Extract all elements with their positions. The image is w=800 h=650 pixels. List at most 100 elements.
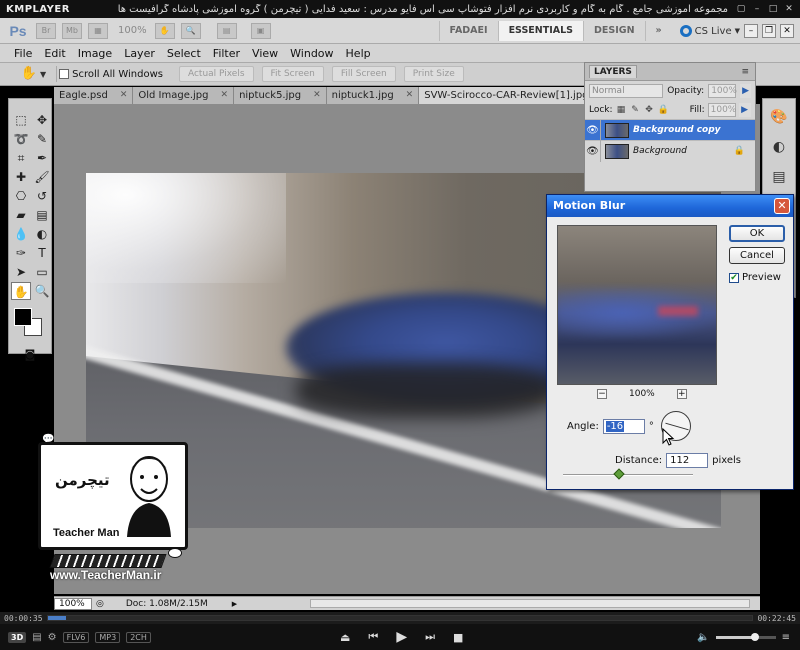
zoom-out-button[interactable]: −	[597, 389, 607, 399]
checkmark-icon[interactable]: ✔	[729, 272, 739, 283]
workspace-fadaei[interactable]: FADAEI	[438, 21, 498, 41]
3d-toggle-button[interactable]: 3D	[8, 631, 27, 643]
ps-minimize-button[interactable]: –	[744, 24, 758, 38]
seek-track[interactable]	[46, 615, 754, 621]
hand-tool-preset-icon[interactable]: ✋	[18, 65, 40, 83]
player-logo[interactable]: KMPLAYER	[0, 4, 70, 15]
screen-mode-icon[interactable]: ▣	[250, 22, 271, 39]
fill-field[interactable]: 100%	[707, 103, 736, 117]
crop-tool-icon[interactable]: ⌗	[11, 149, 31, 167]
color-panel-icon[interactable]: 🎨	[767, 105, 791, 129]
quick-mask-icon[interactable]: ◙	[9, 348, 51, 361]
previous-icon[interactable]: ⏮	[368, 630, 378, 644]
layers-panel-icon[interactable]: ▤	[767, 165, 791, 189]
hand-rotate-icon[interactable]: ✋	[154, 22, 175, 39]
move-tool-icon[interactable]: ✥	[32, 111, 52, 129]
status-menu-arrow-icon[interactable]: ▶	[232, 600, 237, 608]
workspace-overflow-icon[interactable]: »	[644, 21, 672, 41]
status-info-icon[interactable]: ◎	[96, 599, 104, 609]
opacity-field[interactable]: 100%	[708, 84, 737, 98]
menu-layer[interactable]: Layer	[118, 47, 161, 60]
eye-icon[interactable]: 👁	[585, 119, 601, 141]
shape-tool-icon[interactable]: ▭	[32, 263, 52, 281]
arrange-documents-icon[interactable]: ▤	[216, 22, 237, 39]
clone-stamp-icon[interactable]: ⎔	[11, 187, 31, 205]
layer-background[interactable]: 👁 Background 🔒	[585, 140, 755, 162]
workspace-essentials[interactable]: ESSENTIALS	[497, 21, 584, 41]
volume-knob[interactable]	[750, 632, 759, 641]
menu-edit[interactable]: Edit	[38, 47, 71, 60]
player-pin-icon[interactable]: ▢	[734, 3, 748, 15]
ps-close-button[interactable]: ✕	[780, 24, 794, 38]
distance-input[interactable]: 112	[666, 453, 709, 468]
blur-tool-icon[interactable]: 💧	[11, 225, 31, 243]
player-maximize-icon[interactable]: □	[766, 3, 780, 15]
chevron-down-icon[interactable]: ▼	[40, 70, 46, 79]
close-icon[interactable]: ✕	[406, 87, 414, 104]
eraser-tool-icon[interactable]: ▰	[11, 206, 31, 224]
fill-screen-button[interactable]: Fill Screen	[331, 66, 396, 82]
lock-pixels-icon[interactable]: ✎	[630, 105, 641, 116]
scroll-all-windows-checkbox[interactable]: Scroll All Windows	[59, 69, 163, 80]
menu-select[interactable]: Select	[161, 47, 207, 60]
horizontal-scrollbar[interactable]	[310, 599, 750, 608]
menu-image[interactable]: Image	[72, 47, 118, 60]
eject-icon[interactable]: ⏏	[340, 631, 350, 644]
extras-grid-icon[interactable]: ▦	[88, 22, 108, 39]
menu-window[interactable]: Window	[284, 47, 339, 60]
cancel-button[interactable]: Cancel	[729, 247, 785, 264]
menu-help[interactable]: Help	[340, 47, 377, 60]
brush-tool-icon[interactable]: 🖌	[32, 168, 52, 186]
menu-view[interactable]: View	[246, 47, 284, 60]
zoom-level-select[interactable]: 100%	[118, 25, 147, 36]
opacity-arrow-icon[interactable]: ▶	[740, 84, 751, 98]
close-icon[interactable]: ✕	[120, 87, 128, 104]
type-tool-icon[interactable]: T	[32, 244, 52, 262]
lock-all-icon[interactable]: 🔒	[658, 105, 669, 116]
dialog-title-bar[interactable]: Motion Blur ✕	[547, 195, 793, 217]
speaker-icon[interactable]: 🔈	[697, 632, 709, 643]
preview-checkbox[interactable]: ✔ Preview	[729, 272, 781, 283]
foreground-color-swatch[interactable]	[14, 308, 32, 326]
actual-pixels-button[interactable]: Actual Pixels	[178, 66, 254, 82]
next-icon[interactable]: ⏭	[425, 630, 435, 644]
tab-niptuck1[interactable]: niptuck1.jpg ✕	[326, 87, 420, 104]
zoom-tool-icon[interactable]: 🔍	[180, 22, 201, 39]
menu-filter[interactable]: Filter	[207, 47, 246, 60]
quick-select-tool-icon[interactable]: ✎	[32, 130, 52, 148]
gradient-tool-icon[interactable]: ▤	[32, 206, 52, 224]
panel-menu-icon[interactable]: ≡	[741, 67, 755, 77]
slider-knob[interactable]	[613, 468, 625, 480]
zoom-tool-icon[interactable]: 🔍	[32, 282, 52, 300]
hand-tool-icon[interactable]: ✋	[11, 282, 31, 300]
stop-icon[interactable]: ■	[453, 631, 463, 644]
adjustments-panel-icon[interactable]: ◐	[767, 135, 791, 159]
zoom-in-button[interactable]: +	[676, 389, 687, 399]
fit-screen-button[interactable]: Fit Screen	[261, 66, 324, 82]
lock-transparency-icon[interactable]: ▦	[616, 105, 627, 116]
lasso-tool-icon[interactable]: ➰	[11, 130, 31, 148]
fill-arrow-icon[interactable]: ▶	[738, 103, 751, 117]
settings-icon[interactable]: ⚙	[48, 632, 57, 643]
ok-button[interactable]: OK	[729, 225, 785, 242]
distance-slider[interactable]	[563, 468, 693, 480]
dodge-tool-icon[interactable]: ◐	[32, 225, 52, 243]
filter-preview[interactable]	[557, 225, 717, 385]
lock-position-icon[interactable]: ✥	[644, 105, 655, 116]
menu-file[interactable]: File	[8, 47, 38, 60]
playlist-icon[interactable]: ▤	[32, 632, 41, 643]
layers-tab[interactable]: LAYERS	[589, 65, 637, 78]
layer-background-copy[interactable]: 👁 Background copy	[585, 119, 755, 141]
pen-tool-icon[interactable]: ✑	[11, 244, 31, 262]
eye-icon[interactable]: 👁	[585, 140, 601, 162]
angle-input[interactable]: -16	[602, 419, 645, 434]
workspace-design[interactable]: DESIGN	[583, 21, 645, 41]
healing-brush-icon[interactable]: ✚	[11, 168, 31, 186]
tab-old-image[interactable]: Old Image.jpg ✕	[133, 87, 235, 104]
mini-bridge-button[interactable]: Mb	[62, 22, 82, 39]
close-icon[interactable]: ✕	[313, 87, 321, 104]
ps-restore-button[interactable]: ❐	[762, 24, 776, 38]
tab-eagle[interactable]: Eagle.psd ✕	[54, 87, 134, 104]
blend-mode-select[interactable]: Normal	[589, 84, 664, 98]
marquee-tool-icon[interactable]: ⬚	[11, 111, 31, 129]
